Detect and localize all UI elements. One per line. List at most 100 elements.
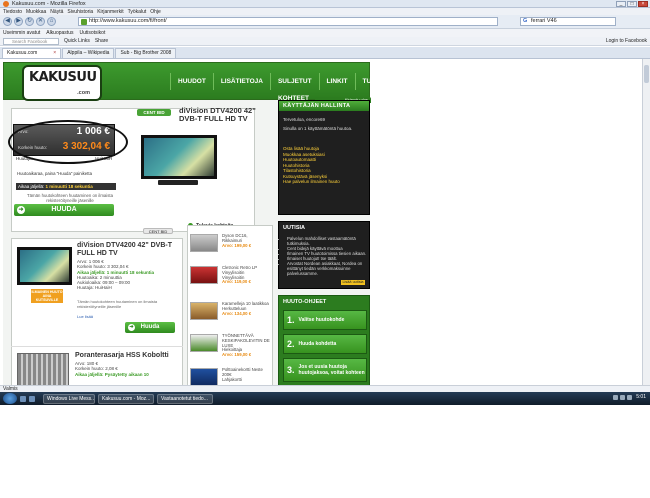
facebook-toolbar: Search Facebook Quick Links Share Login … bbox=[0, 37, 650, 46]
quicklaunch-icon[interactable] bbox=[20, 395, 26, 402]
menu-view[interactable]: Näytä bbox=[50, 9, 63, 15]
menu-tools[interactable]: Työkalut bbox=[128, 9, 147, 15]
menu-history[interactable]: Sivuhistoria bbox=[67, 9, 93, 15]
step-number: 1. bbox=[287, 315, 295, 325]
tab-wikipedia[interactable]: Alppila – Wikipedia bbox=[62, 48, 115, 58]
menu-edit[interactable]: Muokkaa bbox=[26, 9, 46, 15]
taskbar: Windows Live Mess... Kakusuu.com - Moz..… bbox=[0, 392, 650, 405]
upcoming-item[interactable]: Polttoainekortti Neste 200€ Lahjakortti bbox=[190, 367, 272, 385]
bookmark-getting-started[interactable]: Alkuopastus bbox=[46, 30, 73, 36]
start-button[interactable] bbox=[3, 393, 17, 404]
user-panel-text: Tervetuloa, encore69 Sinulla on 1 käyttä… bbox=[283, 117, 367, 131]
tray-icon[interactable] bbox=[620, 395, 625, 400]
news-item[interactable]: Arvostat Nordean asiakkaat, Nordea on es… bbox=[287, 261, 367, 276]
upcoming-item[interactable]: Cletronic Retro LP Vinyylisoitin Vinyylis… bbox=[190, 265, 272, 296]
time-left-bar: Aikaa jäljellä: 1 minuutti 18 sekuntia bbox=[16, 183, 116, 190]
list-cent-bid-badge: CENT BID bbox=[143, 228, 173, 234]
candy-image bbox=[190, 302, 218, 320]
bid-instruction: Huutoaikaraa, paina "Huuda" painiketta bbox=[17, 171, 92, 176]
step-text: Huuda kohdetta bbox=[298, 341, 337, 347]
upcoming-item[interactable]: Dyson DC16, Rikkaimuri Arvo: 199,00 € bbox=[190, 233, 272, 264]
tray-icon[interactable] bbox=[613, 395, 618, 400]
search-input[interactable]: G ferrari V46 bbox=[520, 17, 616, 26]
read-more-link[interactable]: Lue lisää bbox=[77, 314, 93, 319]
tab-label: Alppila – Wikipedia bbox=[67, 50, 110, 56]
logo-text: KAKUSUU bbox=[29, 70, 97, 85]
taskbar-firefox[interactable]: Kakusuu.com - Moz... bbox=[98, 393, 154, 404]
guide-step-2: 2. Huuda kohdetta bbox=[283, 334, 367, 354]
title-bar: Kakusuu.com - Mozilla Firefox _ □ × bbox=[0, 0, 650, 8]
site-header: KAKUSUU .com HUUDOT LISÄTIETOJA SULJETUT… bbox=[3, 62, 378, 102]
bookmarks-toolbar: Useimmin avatut Alkuopastus Uutisotsikot bbox=[0, 29, 650, 37]
upcoming-item[interactable]: Karamelleja 10 laatikkoa Herkutteluun Arvo… bbox=[190, 301, 272, 332]
list-item-title[interactable]: Poranterasarja HSS Koboltti bbox=[75, 352, 183, 359]
user-panel-title: KÄYTTÄJÄN HALLINTA bbox=[279, 101, 369, 111]
free-bid-note: Tämän huutokohteen huutaminen on ilmaist… bbox=[27, 193, 113, 203]
nav-lisatietoja[interactable]: LISÄTIETOJA bbox=[212, 73, 270, 90]
more-news-button[interactable]: Lisää uutisia bbox=[341, 280, 365, 285]
menu-bookmarks[interactable]: Kirjanmerkit bbox=[97, 9, 123, 15]
back-icon[interactable]: ◀ bbox=[3, 17, 12, 26]
address-url: http://www.kakusuu.com/fi/front/ bbox=[89, 18, 167, 24]
step-number: 2. bbox=[287, 339, 295, 349]
quick-links-button[interactable]: Quick Links bbox=[64, 38, 90, 44]
menu-file[interactable]: Tiedosto bbox=[3, 9, 22, 15]
quicklaunch-icon[interactable] bbox=[29, 395, 35, 402]
list-huuda-button[interactable]: ➜ Huuda bbox=[125, 322, 175, 333]
facebook-search-input[interactable]: Search Facebook bbox=[3, 37, 59, 45]
nav-huudot[interactable]: HUUDOT bbox=[170, 73, 213, 90]
home-icon[interactable]: ⌂ bbox=[47, 17, 56, 26]
kakusuu-logo[interactable]: KAKUSUU .com bbox=[24, 67, 100, 99]
bookmark-most-visited[interactable]: Useimmin avatut bbox=[3, 30, 40, 36]
welcome-text: Tervetuloa, encore69 bbox=[283, 117, 326, 122]
forward-icon[interactable]: ▶ bbox=[14, 17, 23, 26]
maximize-button[interactable]: □ bbox=[627, 1, 637, 7]
link-free-bid[interactable]: Hae palvelun ilmainen huuto bbox=[283, 179, 367, 185]
taskbar-messenger[interactable]: Windows Live Mess... bbox=[43, 393, 95, 404]
list-item-tv-image[interactable] bbox=[17, 247, 72, 285]
close-tab-icon[interactable]: × bbox=[53, 49, 56, 58]
upcoming-item[interactable]: TYÖNNETTÄVÄ KESKIPAKOLEVITIN DE LUXE Hiek… bbox=[190, 333, 272, 364]
tray-icon[interactable] bbox=[627, 395, 632, 400]
address-bar[interactable]: http://www.kakusuu.com/fi/front/ bbox=[78, 17, 498, 26]
arrow-icon: ➜ bbox=[17, 206, 25, 214]
upcoming-name: TYÖNNETTÄVÄ KESKIPAKOLEVITIN DE LUXE bbox=[222, 333, 270, 348]
upcoming-text: TYÖNNETTÄVÄ KESKIPAKOLEVITIN DE LUXE Hiek… bbox=[222, 333, 272, 358]
nav-suljetut[interactable]: SULJETUT KOHTEET bbox=[269, 73, 319, 102]
menu-help[interactable]: Ohje bbox=[150, 9, 161, 15]
step-text: Valitse huutokohde bbox=[298, 317, 345, 323]
featured-title[interactable]: diVision DTV4200 42" DVB-T FULL HD TV bbox=[179, 107, 259, 123]
bookmark-headlines[interactable]: Uutisotsikot bbox=[79, 30, 105, 36]
taskbar-downloads[interactable]: Vastaanotetut tiedo... bbox=[157, 393, 213, 404]
balance-text: Sinulla on 1 käyttämätöntä huutoa. bbox=[283, 125, 353, 131]
tab-big-brother[interactable]: Sub - Big Brother 2008 bbox=[115, 48, 177, 58]
browser-window: Kakusuu.com - Mozilla Firefox _ □ × Tied… bbox=[0, 0, 650, 405]
nav-linkit[interactable]: LINKIT bbox=[318, 73, 355, 90]
status-bar: Valmis bbox=[0, 385, 650, 392]
cent-bid-badge: CENT BID bbox=[137, 109, 171, 116]
scrollbar-thumb[interactable] bbox=[644, 65, 649, 83]
tv-product-image[interactable] bbox=[141, 135, 217, 179]
upcoming-value: Arvo: 159,00 € bbox=[222, 352, 252, 358]
nav-tuki[interactable]: TUKI bbox=[354, 73, 385, 90]
list-item-title[interactable]: diVision DTV4200 42" DVB-T FULL HD TV bbox=[77, 242, 181, 258]
navigation-toolbar: ◀ ▶ ↻ ✕ ⌂ http://www.kakusuu.com/fi/fron… bbox=[0, 15, 650, 29]
minimize-button[interactable]: _ bbox=[616, 1, 626, 7]
vacuum-image bbox=[190, 234, 218, 252]
stop-icon[interactable]: ✕ bbox=[36, 17, 45, 26]
list-item-info: Arvo: 1 006 € Korkein huuto: 3 302,04 € … bbox=[77, 259, 181, 291]
upcoming-value: Arvo: 199,00 € bbox=[222, 242, 252, 248]
news-item[interactable]: Palvelun mahdolliset vastaamätöntä tutki… bbox=[287, 236, 367, 246]
huuda-button[interactable]: ➜ HUUDA bbox=[14, 204, 114, 216]
logo-domain: .com bbox=[77, 90, 90, 96]
item-time-left: Aikaa jäljellä: Pysäytetty aikaan 10 bbox=[75, 371, 149, 377]
close-button[interactable]: × bbox=[638, 1, 648, 7]
drill-set-image[interactable] bbox=[17, 353, 69, 385]
reload-icon[interactable]: ↻ bbox=[25, 17, 34, 26]
tab-kakusuu[interactable]: Kakusuu.com × bbox=[2, 48, 62, 58]
bidding-guide: HUUTO-OHJEET 1. Valitse huutokohde 2. Huud… bbox=[278, 295, 370, 385]
share-button[interactable]: Share bbox=[95, 38, 108, 44]
time-left-label: Aikaa jäljellä: bbox=[18, 184, 45, 189]
vertical-scrollbar[interactable] bbox=[642, 59, 650, 385]
facebook-login-link[interactable]: Login to Facebook bbox=[606, 38, 647, 44]
